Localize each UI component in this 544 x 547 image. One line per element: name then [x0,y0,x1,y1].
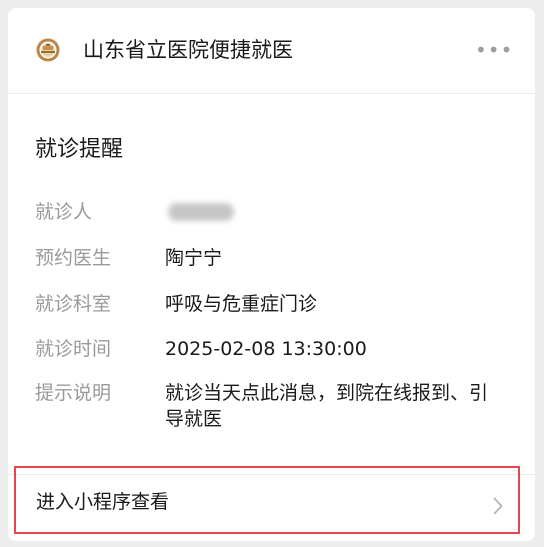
open-mini-program-button[interactable]: 进入小程序查看 [14,466,520,534]
row-value: 陶宁宁 [165,247,223,269]
more-dots-icon[interactable]: ••• [475,38,512,62]
row-value: 呼吸与危重症门诊 [165,293,318,315]
patient-name-redacted [168,203,234,221]
row-label: 就诊时间 [35,338,112,360]
row-label: 就诊人 [35,201,93,223]
chevron-right-icon [493,497,503,515]
hospital-emblem-icon [36,38,60,62]
message-card[interactable]: 山东省立医院便捷就医 ••• 就诊提醒 就诊人 预约医生 陶宁宁 就诊科室 呼吸… [8,8,535,541]
app-name: 山东省立医院便捷就医 [83,38,293,62]
row-label: 就诊科室 [35,293,112,315]
row-value: 就诊当天点此消息，到院在线报到、引导就医 [165,382,489,430]
open-mini-program-label: 进入小程序查看 [36,491,170,513]
row-value: 2025-02-08 13:30:00 [165,338,367,360]
row-label: 预约医生 [35,247,112,269]
card-header: 山东省立医院便捷就医 ••• [8,8,535,94]
notice-title: 就诊提醒 [35,137,124,162]
row-label: 提示说明 [35,382,112,404]
